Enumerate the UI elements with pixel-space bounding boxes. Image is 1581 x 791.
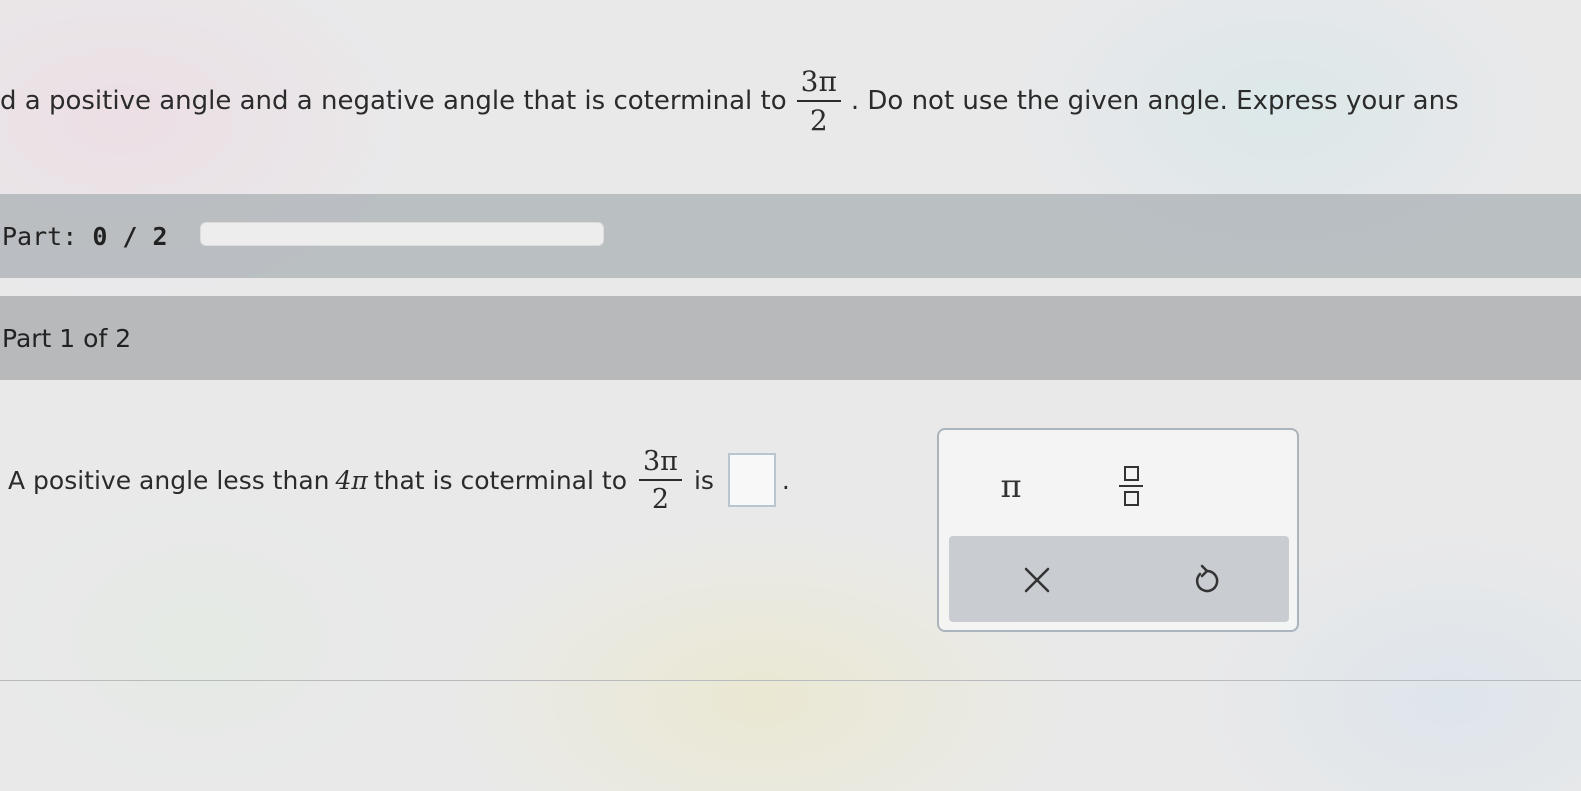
question-text-after: . Do not use the given angle. Express yo… [850,86,1459,116]
question-fraction: 3π 2 [796,67,841,137]
undo-button[interactable] [1177,550,1237,610]
undo-icon [1195,564,1219,593]
answer-text-end: . [781,465,790,495]
pi-button[interactable]: π [979,458,1043,514]
part-heading: Part 1 of 2 [0,296,1581,380]
close-icon [1024,567,1050,593]
content-divider [0,680,1581,681]
answer-text-before: A positive angle less than [8,465,330,495]
progress-label: Part: [2,221,78,251]
answer-input-box[interactable] [727,453,776,507]
math-palette: π [937,428,1299,632]
progress-value: 0 / 2 [92,221,168,251]
question-fraction-denominator: 2 [809,103,828,137]
fraction-button[interactable] [1099,454,1163,518]
progress-bar-section: Part: 0 / 2 [0,194,1581,278]
palette-action-row [949,536,1289,622]
question-fraction-numerator: 3π [796,67,841,102]
answer-fraction-denominator: 2 [651,483,670,515]
fraction-template-icon [1119,466,1143,506]
answer-fraction: 3π 2 [639,448,682,513]
pi-symbol: π [1000,467,1022,505]
answer-four-pi: 4π [335,465,368,495]
progress-track [200,222,604,246]
question-text: d a positive angle and a negative angle … [0,56,1581,146]
progress-label-group: Part: 0 / 2 [2,222,168,251]
question-text-before: d a positive angle and a negative angle … [0,86,787,116]
clear-button[interactable] [1007,550,1067,610]
answer-prompt: A positive angle less than 4π that is co… [8,430,790,530]
part-title: Part 1 of 2 [2,323,132,353]
answer-text-middle: that is coterminal to [373,465,627,495]
answer-text-is: is [693,465,714,495]
answer-fraction-numerator: 3π [639,448,682,481]
